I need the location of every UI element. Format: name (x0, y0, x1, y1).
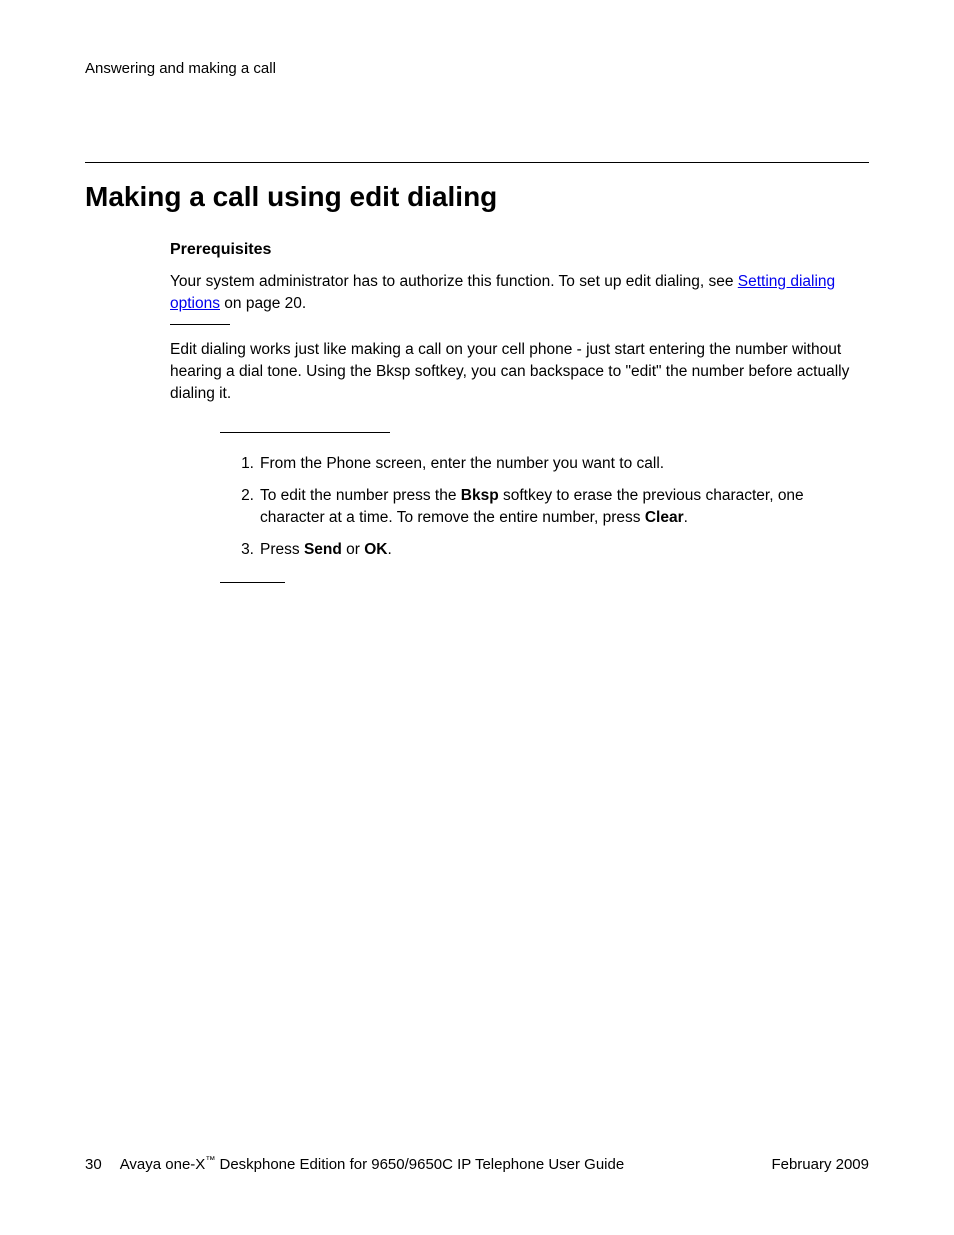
step-bold-text: OK (364, 541, 387, 558)
description-paragraph: Edit dialing works just like making a ca… (170, 339, 869, 404)
step-number: 1. (232, 453, 254, 475)
step-text: To edit the number press the Bksp softke… (260, 485, 869, 528)
step-text: Press Send or OK. (260, 539, 869, 561)
footer-title: Avaya one-X™ Deskphone Edition for 9650/… (120, 1155, 625, 1173)
steps-list: 1. From the Phone screen, enter the numbe… (232, 453, 869, 560)
page-number: 30 (85, 1156, 102, 1173)
step-plain-text: To edit the number press the (260, 487, 461, 504)
step-plain-text: Press (260, 541, 304, 558)
content-block: Prerequisites Your system administrator … (170, 241, 869, 583)
trademark-symbol: ™ (205, 1155, 215, 1166)
prereq-text-before: Your system administrator has to authori… (170, 273, 738, 290)
footer-left: 30 Avaya one-X™ Deskphone Edition for 96… (85, 1155, 624, 1173)
steps-divider-top (220, 432, 390, 433)
footer-title-part1: Avaya one-X (120, 1156, 206, 1173)
prerequisites-heading: Prerequisites (170, 241, 869, 259)
step-item: 2.To edit the number press the Bksp soft… (232, 485, 869, 528)
page-container: Answering and making a call Making a cal… (0, 0, 954, 1235)
step-text: From the Phone screen, enter the number … (260, 453, 869, 475)
step-bold-text: Send (304, 541, 342, 558)
step-bold-text: Clear (645, 509, 684, 526)
step-bold-text: Bksp (461, 487, 499, 504)
step-plain-text: . (388, 541, 392, 558)
prereq-text-after: on page 20. (220, 295, 306, 312)
step-number: 3. (232, 539, 254, 561)
step-number: 2. (232, 485, 254, 528)
step-item: 3. Press Send or OK. (232, 539, 869, 561)
footer-title-part2: Deskphone Edition for 9650/9650C IP Tele… (215, 1156, 624, 1173)
step-plain-text: From the Phone screen, enter the number … (260, 455, 664, 472)
header-breadcrumb: Answering and making a call (85, 60, 869, 77)
footer-date: February 2009 (771, 1156, 869, 1173)
step-item: 1. From the Phone screen, enter the numbe… (232, 453, 869, 475)
step-plain-text: or (342, 541, 364, 558)
divider-top (85, 162, 869, 163)
short-divider (170, 324, 230, 325)
step-plain-text: . (684, 509, 688, 526)
main-heading: Making a call using edit dialing (85, 181, 869, 213)
steps-divider-bottom (220, 582, 285, 583)
prerequisites-paragraph: Your system administrator has to authori… (170, 271, 869, 314)
footer: 30 Avaya one-X™ Deskphone Edition for 96… (85, 1155, 869, 1173)
